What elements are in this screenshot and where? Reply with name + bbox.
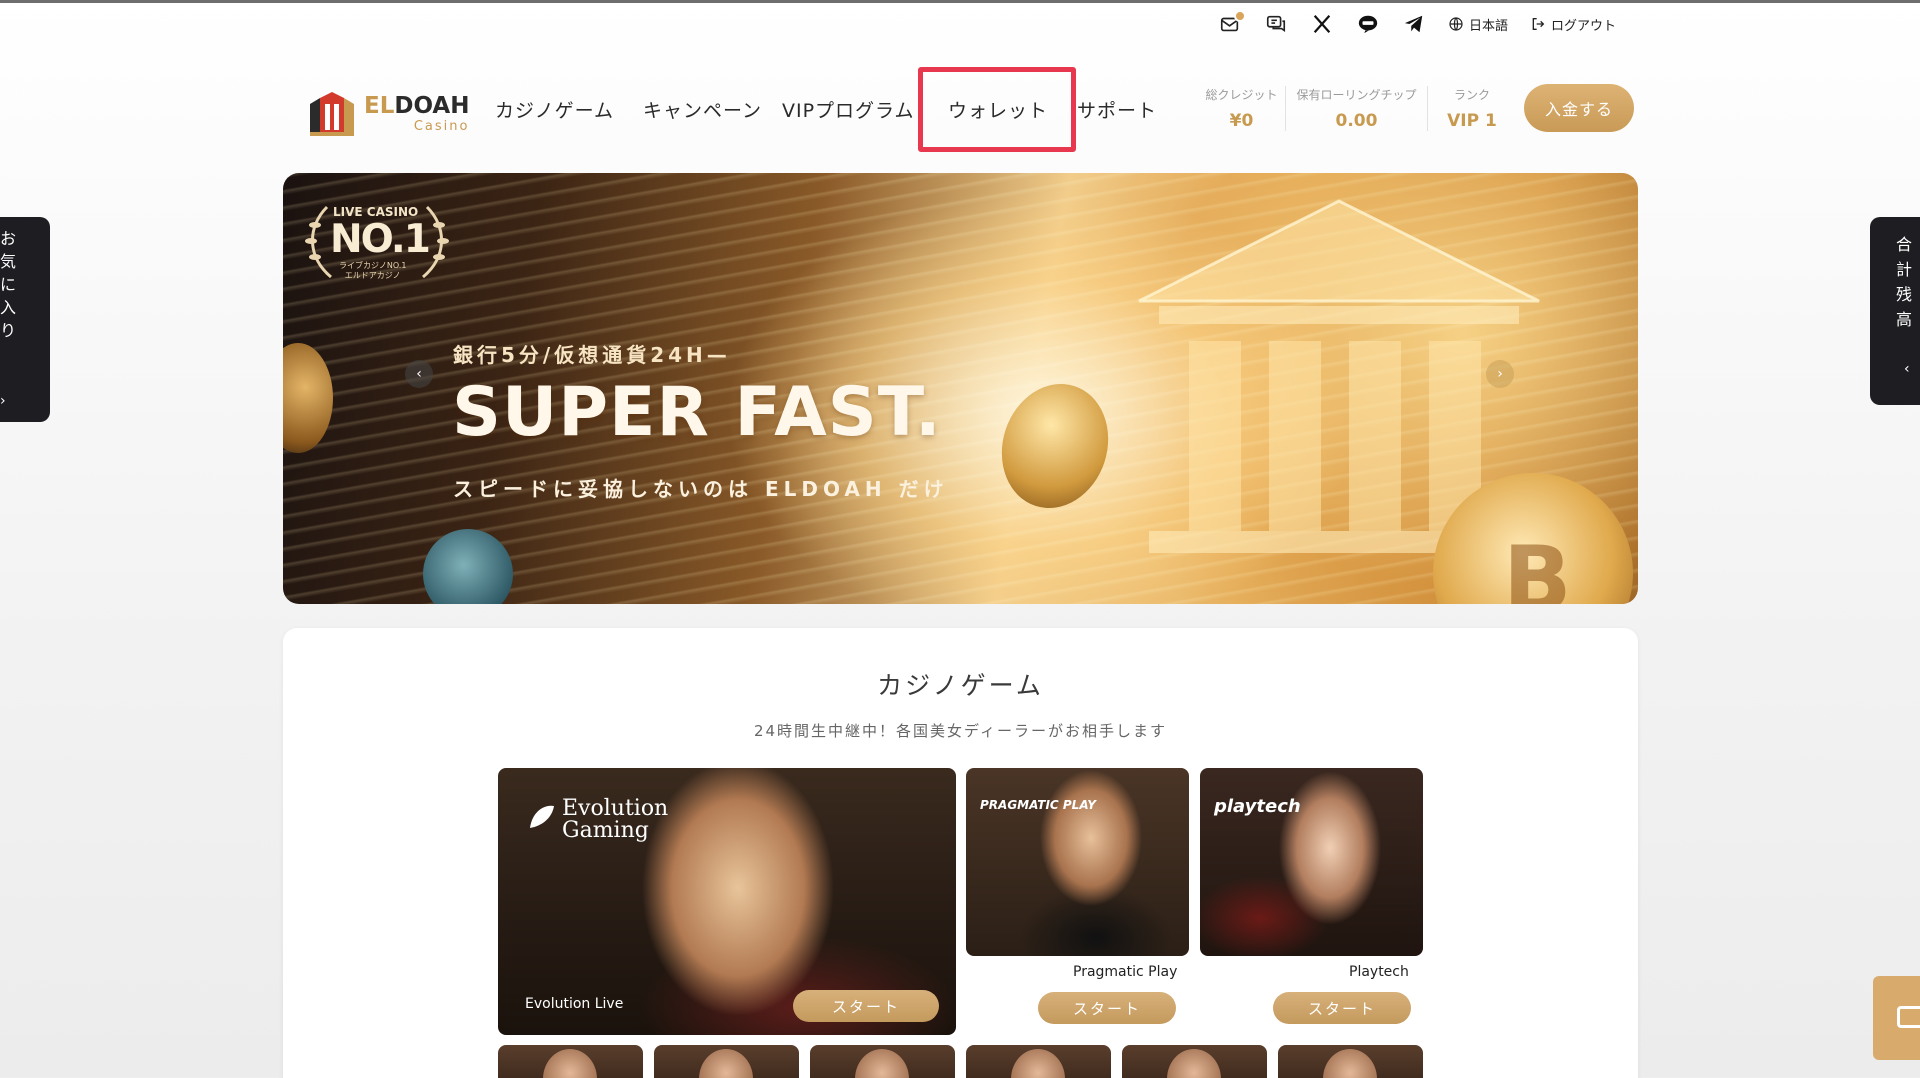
- account-stats: 総クレジット ¥0 保有ローリングチップ 0.00 ランク VIP 1: [1198, 86, 1516, 131]
- game-thumb[interactable]: [654, 1045, 799, 1078]
- notification-dot: [1233, 10, 1246, 22]
- card-caption: Evolution Live: [525, 996, 624, 1012]
- start-button-evolution[interactable]: スタート: [793, 990, 939, 1022]
- game-thumb[interactable]: [1122, 1045, 1267, 1078]
- stat-rolling-chips[interactable]: 保有ローリングチップ 0.00: [1286, 86, 1428, 131]
- pragmatic-brand: PRAGMATIC PLAY: [980, 798, 1096, 812]
- section-title: カジノゲーム: [877, 671, 1044, 700]
- logout-label: ログアウト: [1550, 18, 1616, 34]
- game-card-evolution[interactable]: Evolution Gaming Evolution Live スタート: [498, 768, 956, 1035]
- favorites-side-tab[interactable]: お気に入り ›: [0, 217, 50, 422]
- chat-icon[interactable]: [1264, 12, 1288, 36]
- nav-campaign[interactable]: キャンペーン: [643, 96, 762, 123]
- nav-casino-games[interactable]: カジノゲーム: [495, 96, 614, 123]
- language-label: 日本語: [1468, 18, 1508, 34]
- top-border: [0, 0, 1920, 3]
- chevron-right-icon: ›: [0, 393, 6, 409]
- wallet-highlight-box: [918, 67, 1076, 152]
- start-button-pragmatic[interactable]: スタート: [1038, 992, 1176, 1024]
- game-card-playtech[interactable]: playtech: [1200, 768, 1423, 956]
- logo-emblem-icon: [310, 92, 354, 136]
- game-thumb[interactable]: [498, 1045, 643, 1078]
- balance-label: 合計残高: [1895, 235, 1912, 329]
- globe-icon: [1449, 17, 1463, 31]
- logout-icon: [1532, 18, 1545, 30]
- game-card-pragmatic[interactable]: PRAGMATIC PLAY: [966, 768, 1189, 956]
- banner-title: SUPER FAST.: [452, 373, 942, 452]
- telegram-icon[interactable]: [1402, 12, 1426, 36]
- no1-badge: LIVE CASINO NO.1 ライブカジノNO.1 エルドアカジノ: [297, 197, 457, 287]
- stat-rank[interactable]: ランク VIP 1: [1428, 86, 1516, 131]
- logout-link[interactable]: ログアウト: [1530, 15, 1616, 34]
- mail-icon[interactable]: [1218, 10, 1246, 36]
- promo-banner[interactable]: B LIVE CASINO NO.1 ライブカジノNO.1 エルドアカジノ 銀行…: [283, 173, 1638, 604]
- banner-subtitle: 銀行5分/仮想通貨24H—: [453, 343, 731, 367]
- carousel-prev-button[interactable]: ‹: [405, 360, 433, 388]
- site-logo[interactable]: ELDOAH Casino: [306, 90, 469, 138]
- start-button-playtech[interactable]: スタート: [1273, 992, 1411, 1024]
- carousel-next-button[interactable]: ›: [1486, 360, 1514, 388]
- language-selector[interactable]: 日本語: [1448, 15, 1508, 34]
- game-thumb[interactable]: [966, 1045, 1111, 1078]
- chevron-left-icon: ‹: [1904, 361, 1910, 377]
- chat-bubble-icon: [1897, 1006, 1920, 1028]
- nav-support[interactable]: サポート: [1077, 96, 1157, 123]
- utility-bar: 日本語 ログアウト: [1218, 10, 1616, 38]
- game-thumb[interactable]: [810, 1045, 955, 1078]
- casino-games-section: カジノゲーム 24時間生中継中！各国美女ディーラーがお相手します Evoluti…: [283, 628, 1638, 1078]
- banner-tagline: スピードに妥協しないのは ELDOAH だけ: [453, 477, 949, 501]
- deposit-button[interactable]: 入金する: [1524, 84, 1634, 132]
- chat-widget-button[interactable]: [1873, 976, 1920, 1060]
- section-subtitle: 24時間生中継中！各国美女ディーラーがお相手します: [753, 722, 1168, 740]
- nav-vip-program[interactable]: VIPプログラム: [782, 96, 915, 123]
- card-label-playtech: Playtech: [1349, 964, 1409, 980]
- favorites-label: お気に入り: [0, 229, 17, 340]
- card-label-pragmatic: Pragmatic Play: [1073, 964, 1178, 980]
- balance-side-tab[interactable]: 合計残高 ‹: [1870, 217, 1920, 405]
- logo-wordmark: ELDOAH: [364, 93, 470, 119]
- logo-subtitle: Casino: [413, 119, 470, 134]
- x-icon[interactable]: [1310, 12, 1334, 36]
- game-thumb[interactable]: [1278, 1045, 1423, 1078]
- site-header: ELDOAH Casino カジノゲーム キャンペーン VIPプログラム ウォレ…: [0, 62, 1920, 152]
- line-icon[interactable]: [1356, 12, 1380, 36]
- stat-total-credit[interactable]: 総クレジット ¥0: [1198, 86, 1286, 131]
- evolution-brand: Evolution Gaming: [562, 796, 669, 843]
- playtech-brand: playtech: [1214, 796, 1301, 817]
